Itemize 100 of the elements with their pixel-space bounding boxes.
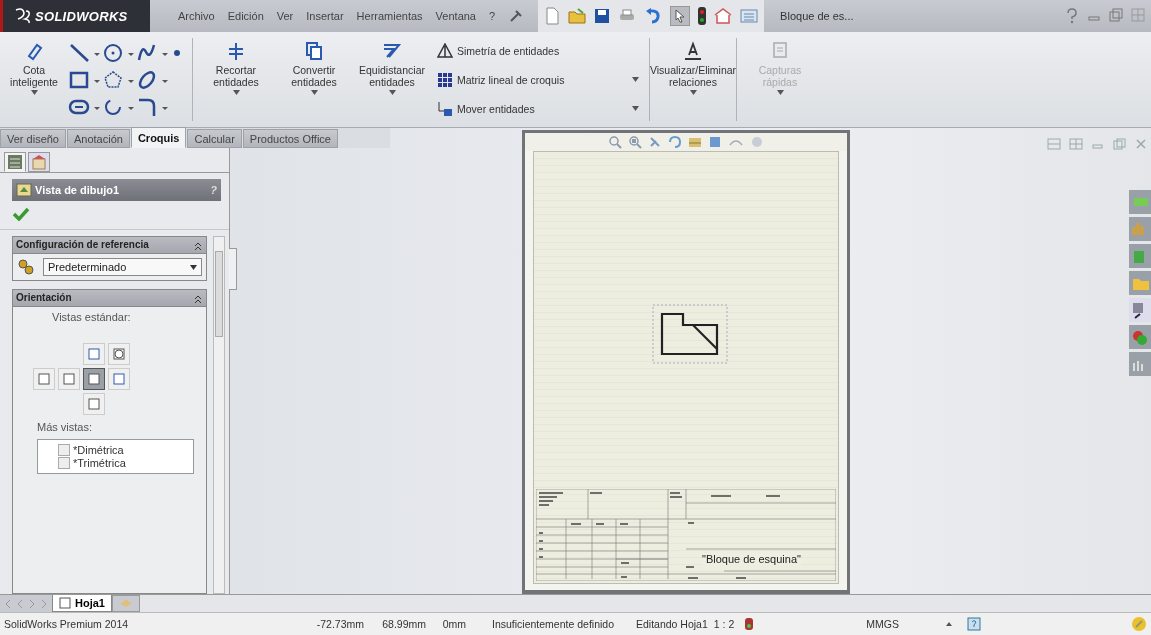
title-block-text: "Bloque de esquina" [702, 553, 801, 565]
command-tab[interactable]: Productos Office [242, 129, 338, 148]
restore-icon[interactable] [1113, 138, 1127, 150]
panel-splitter-handle[interactable] [229, 248, 237, 290]
view-cube-icon [37, 372, 51, 386]
mirror-icon [437, 42, 453, 59]
ok-check-icon[interactable] [12, 207, 30, 221]
panel-tab[interactable] [28, 152, 50, 172]
pattern-grid-icon [437, 71, 453, 88]
view-cube-icon [62, 372, 76, 386]
document-title: Bloque de es... [780, 10, 854, 22]
caret-down-icon [232, 90, 240, 96]
menu-item[interactable]: Archivo [178, 10, 215, 22]
view-palette-icon[interactable] [1129, 298, 1151, 322]
new-document-icon[interactable] [544, 7, 561, 25]
split-horizontal-icon[interactable] [1047, 138, 1061, 150]
ribbon-tool-button[interactable]: Equidistanciar entidades [353, 34, 431, 125]
collapse-chevron-icon[interactable] [193, 241, 203, 251]
collapse-chevron-icon[interactable] [193, 294, 203, 304]
standard-views-label: Vistas estándar: [51, 311, 132, 323]
ellipse-tool-icon[interactable] [136, 68, 170, 91]
open-folder-icon[interactable] [568, 7, 587, 25]
command-tab[interactable]: Calcular [187, 129, 242, 148]
caret-down-icon [310, 90, 318, 96]
ribbon-tool-button[interactable]: Recortar entidades [197, 34, 275, 125]
menu-item[interactable]: Insertar [306, 10, 344, 22]
sketch-status: Insuficientemente definido [492, 618, 614, 630]
view-name: *Dimétrica [73, 444, 124, 456]
relations-icon [682, 40, 704, 62]
help-icon[interactable] [1065, 8, 1079, 24]
view-cube-icon [87, 372, 101, 386]
rebuild-icon[interactable] [744, 617, 755, 631]
menu-item[interactable]: Ver [276, 10, 294, 22]
select-button[interactable] [670, 6, 691, 26]
options-icon[interactable] [740, 8, 759, 24]
notification-icon[interactable] [1131, 616, 1147, 632]
command-tab[interactable]: Croquis [130, 127, 187, 148]
caret-up-icon[interactable] [944, 620, 953, 628]
convert-entities-icon [303, 40, 325, 62]
ds-logo-icon [14, 7, 32, 25]
caret-down-icon [632, 106, 639, 111]
sheet-scale: 1 : 2 [713, 618, 735, 630]
group-title: Orientación [16, 292, 73, 303]
view-name: *Trimétrica [73, 457, 126, 469]
ribbon-tool-button[interactable]: Matriz lineal de croquis [435, 70, 641, 89]
menu-item[interactable]: Edición [227, 10, 264, 22]
zoom-fit-icon[interactable] [608, 135, 622, 149]
view-orientation-button[interactable] [83, 368, 105, 390]
ribbon-tool-button[interactable]: Cota inteligente [4, 34, 64, 125]
menu-item[interactable]: Herramientas [356, 10, 423, 22]
polygon-tool-icon[interactable] [102, 68, 136, 91]
group-title: Configuración de referencia [16, 239, 150, 250]
undo-icon[interactable] [644, 7, 663, 25]
view-cube-icon [112, 372, 126, 386]
section-view-icon[interactable] [688, 135, 702, 149]
close-icon[interactable] [1135, 138, 1147, 150]
panel-title: Vista de dibujo1 [35, 184, 120, 196]
drawing-view-icon [16, 182, 32, 198]
cursor-icon [674, 9, 687, 23]
line-tool-icon[interactable] [68, 41, 102, 64]
caret-down-icon [388, 90, 396, 96]
feature-tree-icon [7, 154, 23, 170]
circle-tool-icon[interactable] [102, 41, 136, 64]
save-icon[interactable] [594, 8, 611, 24]
display-style-icon[interactable] [708, 135, 722, 149]
rotate-icon[interactable] [668, 135, 682, 149]
configuration-dropdown[interactable]: Predeterminado [43, 258, 202, 276]
menu-item[interactable]: Ventana [435, 10, 476, 22]
panel-tab[interactable] [4, 152, 26, 172]
quick-tips-icon[interactable] [966, 617, 981, 631]
ribbon-tool-button[interactable]: Convertir entidades [275, 34, 353, 125]
add-sheet-button[interactable] [111, 595, 140, 612]
configuration-icon [17, 258, 35, 276]
scrollbar[interactable] [213, 236, 225, 594]
ribbon-tool-button[interactable]: Mover entidades [435, 99, 641, 118]
view-checkbox[interactable] [58, 457, 70, 469]
unit-system[interactable]: MMGS [866, 618, 899, 630]
folder-icon[interactable] [1129, 271, 1151, 295]
view-checkbox[interactable] [58, 444, 70, 456]
split-vertical-icon[interactable] [1069, 138, 1083, 150]
ribbon-tool-button[interactable]: Simetría de entidades [435, 41, 641, 60]
logo-text: SOLIDWORKS [35, 8, 128, 24]
caret-down-icon [30, 90, 38, 96]
property-icon [31, 154, 47, 170]
caret-down-icon [689, 90, 697, 96]
sheet-tab[interactable]: Hoja1 [52, 595, 112, 612]
editing-mode: Editando Hoja1 [636, 618, 708, 630]
menu-item[interactable]: ? [489, 10, 496, 22]
restore-icon[interactable] [1109, 8, 1123, 22]
appearances-icon[interactable] [1129, 325, 1151, 349]
y-coordinate: 68.99mm [381, 618, 426, 630]
move-icon [437, 100, 453, 117]
tile-icon[interactable] [1131, 8, 1145, 22]
caret-down-icon [190, 264, 197, 270]
house-icon[interactable] [714, 8, 733, 24]
command-tab[interactable]: Ver diseño [0, 129, 66, 148]
zoom-area-icon[interactable] [628, 135, 642, 149]
command-tab[interactable]: Anotación [67, 129, 130, 148]
traffic-light-icon[interactable] [698, 7, 707, 25]
product-name: SolidWorks Premium 2014 [4, 618, 130, 630]
